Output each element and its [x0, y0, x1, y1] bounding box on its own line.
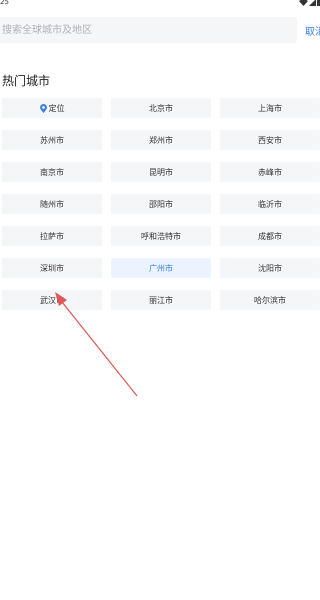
- city-item[interactable]: 上海市: [220, 98, 320, 118]
- city-item[interactable]: 呼和浩特市: [111, 226, 211, 246]
- status-icons: [299, 0, 320, 6]
- city-item[interactable]: 北京市: [111, 98, 211, 118]
- wifi-icon: [299, 0, 308, 6]
- locate-button[interactable]: 定位: [2, 98, 102, 118]
- city-item[interactable]: 丽江市: [111, 290, 211, 310]
- status-bar: 25: [0, 0, 320, 8]
- city-item[interactable]: 南京市: [2, 162, 102, 182]
- city-item[interactable]: 临沂市: [220, 194, 320, 214]
- city-item[interactable]: 广州市: [111, 258, 211, 278]
- city-item[interactable]: 哈尔滨市: [220, 290, 320, 310]
- city-item[interactable]: 深圳市: [2, 258, 102, 278]
- status-time: 25: [0, 0, 9, 6]
- search-input[interactable]: [2, 17, 292, 43]
- city-item[interactable]: 沈阳市: [220, 258, 320, 278]
- signal-icon: [309, 0, 316, 6]
- city-item[interactable]: 郑州市: [111, 130, 211, 150]
- city-item[interactable]: 随州市: [2, 194, 102, 214]
- city-item[interactable]: 苏州市: [2, 130, 102, 150]
- city-item[interactable]: 西安市: [220, 130, 320, 150]
- cancel-button[interactable]: 取消: [305, 23, 320, 38]
- hot-cities-title: 热门城市: [2, 74, 51, 88]
- search-box: [0, 17, 297, 43]
- city-item[interactable]: 拉萨市: [2, 226, 102, 246]
- search-bar: 取消: [0, 17, 320, 43]
- city-item[interactable]: 邵阳市: [111, 194, 211, 214]
- city-item[interactable]: 武汉市: [2, 290, 102, 310]
- city-item[interactable]: 成都市: [220, 226, 320, 246]
- locate-label: 定位: [48, 103, 65, 113]
- location-pin-icon: [39, 103, 47, 113]
- city-item[interactable]: 赤峰市: [220, 162, 320, 182]
- city-item[interactable]: 昆明市: [111, 162, 211, 182]
